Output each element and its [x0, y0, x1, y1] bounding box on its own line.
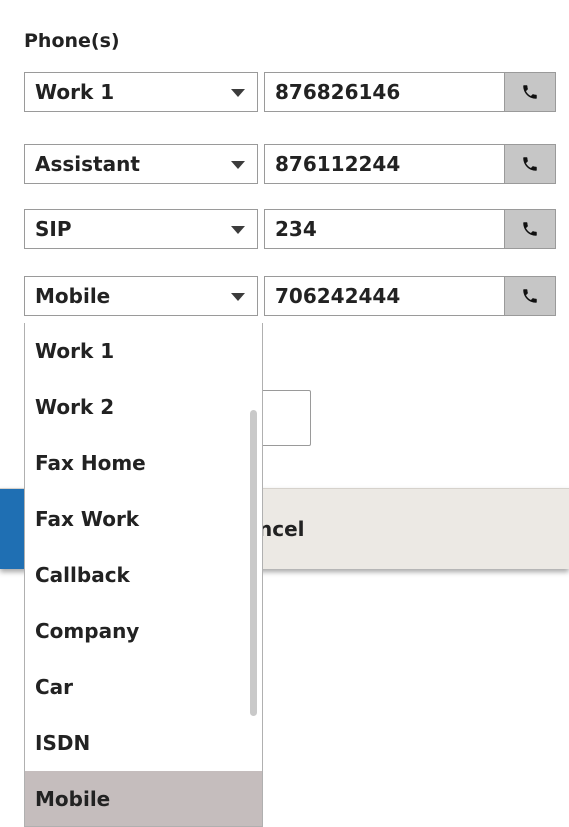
phone-type-dropdown-list[interactable]: Work 1 Work 2 Fax Home Fax Work Callback…	[24, 323, 263, 827]
phone-icon	[523, 222, 537, 236]
phone-type-value: Work 1	[35, 80, 115, 104]
phone-type-select[interactable]: Work 1	[24, 72, 258, 112]
cancel-button[interactable]: ncel	[258, 517, 305, 541]
phone-type-select[interactable]: SIP	[24, 209, 258, 249]
phones-section-label: Phone(s)	[24, 30, 120, 52]
phone-icon	[523, 289, 537, 303]
phone-type-value: Mobile	[35, 284, 111, 308]
dropdown-option-work-1[interactable]: Work 1	[25, 323, 262, 379]
caret-down-icon	[231, 161, 245, 169]
dropdown-option-company[interactable]: Company	[25, 603, 262, 659]
phone-number-input[interactable]	[264, 209, 504, 249]
phone-type-value: SIP	[35, 217, 72, 241]
dropdown-option-car[interactable]: Car	[25, 659, 262, 715]
caret-down-icon	[231, 89, 245, 97]
caret-down-icon	[231, 226, 245, 234]
phone-icon	[523, 85, 537, 99]
dropdown-option-work-2[interactable]: Work 2	[25, 379, 262, 435]
dropdown-option-fax-home[interactable]: Fax Home	[25, 435, 262, 491]
call-button[interactable]	[504, 209, 556, 249]
phone-number-input[interactable]	[264, 276, 504, 316]
dropdown-option-isdn[interactable]: ISDN	[25, 715, 262, 771]
phone-type-select[interactable]: Assistant	[24, 144, 258, 184]
phone-type-select[interactable]: Mobile	[24, 276, 258, 316]
phone-icon	[523, 157, 537, 171]
phone-type-value: Assistant	[35, 152, 140, 176]
phone-number-input[interactable]	[264, 72, 504, 112]
call-button[interactable]	[504, 276, 556, 316]
dropdown-option-callback[interactable]: Callback	[25, 547, 262, 603]
dropdown-option-mobile[interactable]: Mobile	[25, 771, 262, 826]
call-button[interactable]	[504, 144, 556, 184]
caret-down-icon	[231, 293, 245, 301]
phone-number-input[interactable]	[264, 144, 504, 184]
dropdown-option-fax-work[interactable]: Fax Work	[25, 491, 262, 547]
call-button[interactable]	[504, 72, 556, 112]
dropdown-scrollbar[interactable]	[250, 410, 257, 716]
